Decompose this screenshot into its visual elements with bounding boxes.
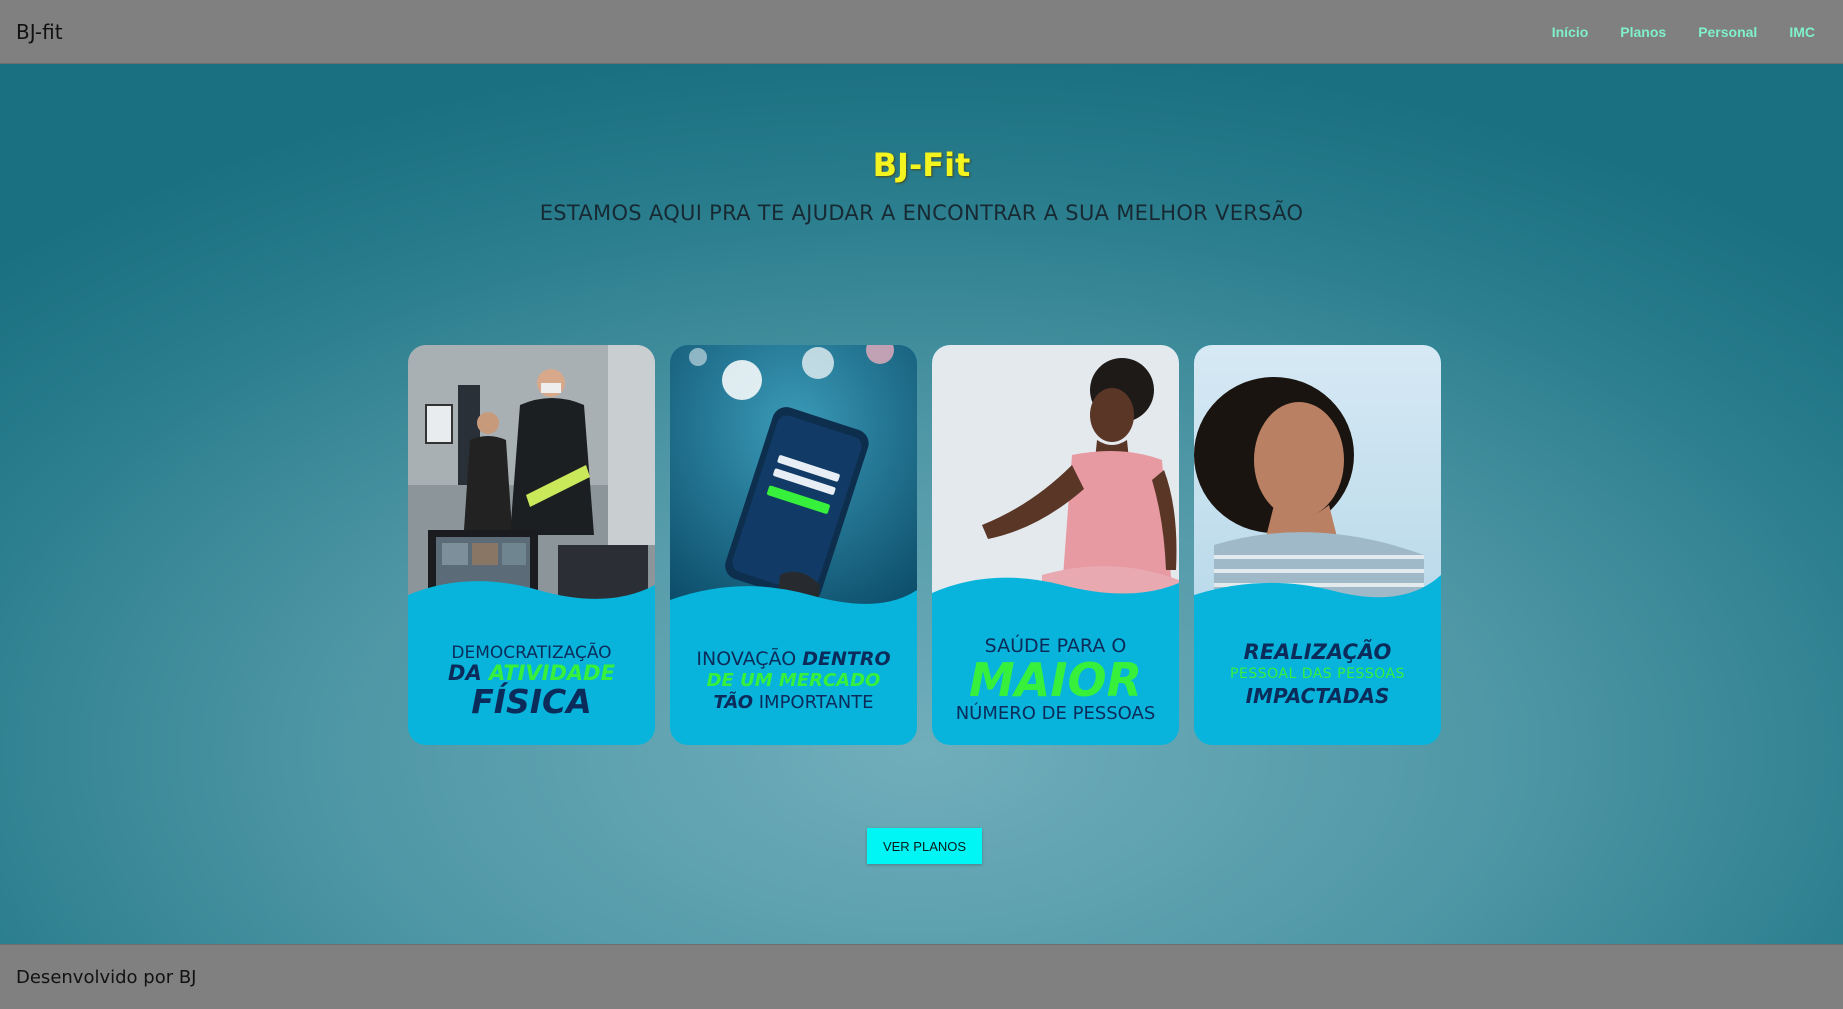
main-nav: Início Planos Personal IMC	[1520, 24, 1815, 40]
card-democratizacao: DEMOCRATIZAÇÃO DA ATIVIDADE FÍSICA	[408, 345, 655, 745]
card-realizacao: REALIZAÇÃO PESSOAL DAS PESSOAS IMPACTADA…	[1194, 345, 1441, 745]
card-line: DE UM MERCADO	[706, 670, 881, 691]
brand-logo-text[interactable]: BJ-fit	[16, 20, 63, 44]
card-line: MAIOR	[968, 653, 1143, 707]
footer-credit: Desenvolvido por BJ	[16, 966, 197, 988]
card-inovacao: INOVAÇÃO DENTRO DE UM MERCADO TÃO IMPORT…	[670, 345, 917, 745]
card-line: IMPACTADAS	[1245, 684, 1390, 708]
footer: Desenvolvido por BJ	[0, 944, 1843, 1009]
hero-section: BJ-Fit ESTAMOS AQUI PRA TE AJUDAR A ENCO…	[0, 64, 1843, 944]
hero-subtitle: ESTAMOS AQUI PRA TE AJUDAR A ENCONTRAR A…	[539, 201, 1304, 225]
feature-cards: DEMOCRATIZAÇÃO DA ATIVIDADE FÍSICA INOVA…	[408, 345, 1441, 745]
card-line: NÚMERO DE PESSOAS	[955, 703, 1156, 724]
hero-title: BJ-Fit	[872, 146, 971, 184]
card-line: INOVAÇÃO	[696, 648, 797, 670]
card-line: IMPORTANTE	[758, 692, 874, 713]
top-navbar: BJ-fit Início Planos Personal IMC	[0, 0, 1843, 64]
card-line: DEMOCRATIZAÇÃO	[451, 643, 612, 663]
card-saude: SAÚDE PARA O MAIOR NÚMERO DE PESSOAS	[932, 345, 1179, 745]
card-line: TÃO	[713, 692, 753, 713]
card-line: DENTRO	[802, 648, 891, 670]
nav-link-planos[interactable]: Planos	[1620, 24, 1666, 40]
nav-link-imc[interactable]: IMC	[1789, 24, 1815, 40]
nav-link-personal[interactable]: Personal	[1698, 24, 1757, 40]
nav-link-inicio[interactable]: Início	[1552, 24, 1589, 40]
card-line: REALIZAÇÃO	[1243, 640, 1392, 664]
card-line: FÍSICA	[471, 682, 592, 721]
ver-planos-button[interactable]: VER PLANOS	[867, 828, 982, 864]
card-line: PESSOAL DAS PESSOAS	[1230, 666, 1405, 682]
